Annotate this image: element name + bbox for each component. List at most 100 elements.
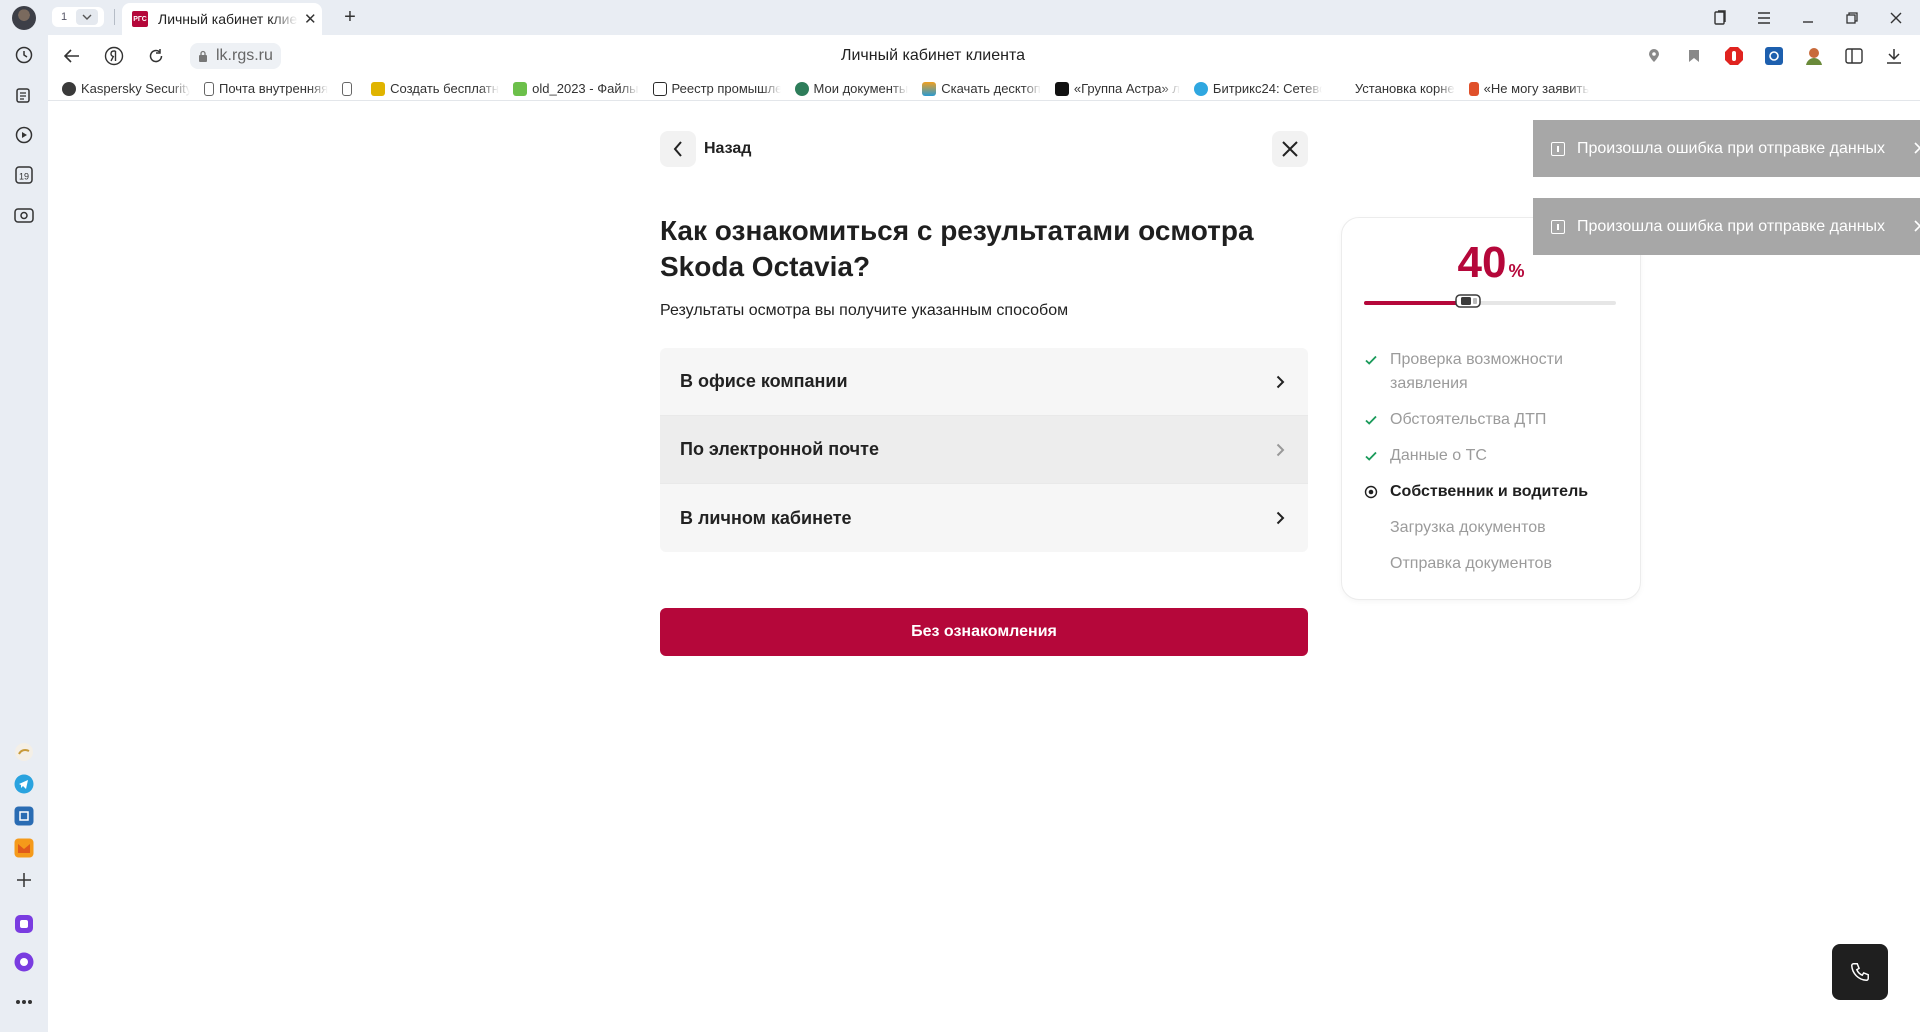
tab-count: 1 <box>60 11 68 23</box>
progress-value: 40 <box>1457 238 1507 287</box>
option-email[interactable]: По электронной почте <box>660 416 1308 484</box>
bookmark-item[interactable]: Установка корне <box>1335 81 1455 96</box>
tab-title: Личный кабинет клиента <box>158 11 298 27</box>
toast-text: Произошла ошибка при отправке данных <box>1577 217 1886 235</box>
video-icon[interactable] <box>12 123 36 147</box>
bookmark-item[interactable]: old_2023 - Файлы <box>513 81 639 96</box>
active-tab[interactable]: РГС Личный кабинет клиента ✕ <box>122 3 322 35</box>
error-toast: Произошла ошибка при отправке данных <box>1533 198 1920 255</box>
step-item: Загрузка документов <box>1390 519 1546 536</box>
page-title-display: Личный кабинет клиента <box>840 47 1026 64</box>
chevron-down-icon[interactable] <box>76 9 98 25</box>
page-content: Назад Как ознакомиться с результатами ос… <box>48 101 1920 1032</box>
registry-icon <box>652 81 667 96</box>
site-icon <box>1468 81 1479 96</box>
new-tab-icon[interactable]: + <box>338 5 362 29</box>
close-tab-icon[interactable]: ✕ <box>304 10 317 28</box>
step-item: Проверка возможности заявления <box>1364 348 1624 396</box>
collections-icon[interactable] <box>1708 6 1732 30</box>
toast-text: Произошла ошибка при отправке данных <box>1577 139 1886 157</box>
gallery-app-icon[interactable] <box>12 740 36 764</box>
progress-unit: % <box>1508 261 1525 281</box>
add-icon[interactable] <box>12 868 36 892</box>
screenshot-icon[interactable] <box>12 203 36 227</box>
browser-sidebar: 19 <box>0 35 48 1032</box>
options-list: В офисе компании По электронной почте В … <box>660 348 1308 552</box>
progress-fill <box>1364 301 1458 305</box>
restore-icon[interactable] <box>1840 6 1864 30</box>
back-button[interactable] <box>660 131 696 167</box>
bookmark-favicon-icon <box>62 81 76 96</box>
step-item-current: Собственник и водитель <box>1364 480 1624 504</box>
minimize-icon[interactable] <box>1796 6 1820 30</box>
gosuslugi-icon[interactable] <box>12 804 36 828</box>
telegram-icon[interactable] <box>12 772 36 796</box>
progress-track <box>1364 294 1616 308</box>
option-label: По электронной почте <box>680 439 879 459</box>
close-toast-icon[interactable] <box>1912 140 1920 156</box>
blank-icon <box>1335 81 1350 96</box>
bookmark-icon[interactable] <box>1682 44 1706 68</box>
option-label: В личном кабинете <box>680 507 852 528</box>
current-step-icon <box>1364 485 1378 499</box>
car-icon <box>1455 294 1481 308</box>
close-button[interactable] <box>1272 131 1308 167</box>
option-office[interactable]: В офисе компании <box>660 348 1308 416</box>
close-icon <box>1282 141 1298 157</box>
extensions-area <box>1642 44 1906 68</box>
menu-icon[interactable] <box>1752 6 1776 30</box>
close-window-icon[interactable] <box>1884 6 1908 30</box>
chevron-right-icon <box>1272 442 1288 458</box>
notes-icon[interactable] <box>12 83 36 107</box>
bookmark-item[interactable]: «Не могу заявить <box>1468 81 1589 96</box>
bookmark-item[interactable]: Создать бесплатно <box>371 81 499 96</box>
bitrix-icon <box>1193 81 1208 96</box>
calendar-day: 19 <box>19 172 29 182</box>
tab-group-counter[interactable]: 1 <box>52 7 104 27</box>
bookmark-item[interactable]: Kaspersky Security <box>62 81 190 96</box>
messenger-icon[interactable] <box>12 912 36 936</box>
page-icon <box>204 81 214 96</box>
history-icon[interactable] <box>12 43 36 67</box>
step-item: Данные о ТС <box>1364 444 1624 468</box>
mail-icon[interactable] <box>12 836 36 860</box>
progress-card: 40% Проверка возможности заявления Обсто… <box>1341 217 1641 600</box>
calendar-icon[interactable]: 19 <box>12 163 36 187</box>
bookmarks-bar: Kaspersky Security Почта внутренняя Созд… <box>48 77 1920 101</box>
step-item: Отправка документов <box>1390 555 1552 572</box>
sidepanel-icon[interactable] <box>1842 44 1866 68</box>
tab-divider <box>114 9 115 25</box>
bookmark-item[interactable]: Скачать десктоп <box>922 81 1041 96</box>
cloud-icon <box>513 81 528 96</box>
error-toast: Произошла ошибка при отправке данных <box>1533 120 1920 177</box>
close-toast-icon[interactable] <box>1912 218 1920 234</box>
downloads-icon[interactable] <box>1882 44 1906 68</box>
sber-extension-icon[interactable] <box>1762 44 1786 68</box>
page-subheading: Результаты осмотра вы получите указанным… <box>660 302 1069 319</box>
adblock-extension-icon[interactable] <box>1722 44 1746 68</box>
steps-list: Проверка возможности заявления Обстоятел… <box>1364 348 1624 588</box>
bookmark-item[interactable]: Реестр промышленной <box>652 81 781 96</box>
call-button[interactable] <box>1832 944 1888 1000</box>
more-icon[interactable] <box>12 990 36 1014</box>
bookmark-item[interactable]: Мои документы <box>794 81 908 96</box>
skip-review-button[interactable]: Без ознакомления <box>660 608 1308 656</box>
check-icon <box>1365 451 1377 461</box>
bookmark-item[interactable] <box>342 81 357 96</box>
option-personal-account[interactable]: В личном кабинете <box>660 484 1308 552</box>
phone-icon <box>1851 963 1869 981</box>
profile-avatar[interactable] <box>12 6 36 30</box>
bookmark-item[interactable]: «Группа Астра» л <box>1054 81 1180 96</box>
rgs-favicon-icon: РГС <box>132 11 148 27</box>
browser-tab-bar: 1 РГС Личный кабинет клиента ✕ + <box>0 0 1920 35</box>
location-pin-icon[interactable] <box>1642 44 1666 68</box>
bookmark-item[interactable]: Битрикс24: Сетевое <box>1193 81 1322 96</box>
bookmark-item[interactable]: Почта внутренняя <box>204 81 328 96</box>
user-extension-icon[interactable] <box>1802 44 1826 68</box>
back-label[interactable]: Назад <box>704 140 751 158</box>
astra-icon <box>1054 81 1069 96</box>
alice-icon[interactable] <box>12 950 36 974</box>
info-icon <box>1551 219 1565 234</box>
info-icon <box>1551 141 1565 156</box>
form-icon <box>371 81 386 96</box>
